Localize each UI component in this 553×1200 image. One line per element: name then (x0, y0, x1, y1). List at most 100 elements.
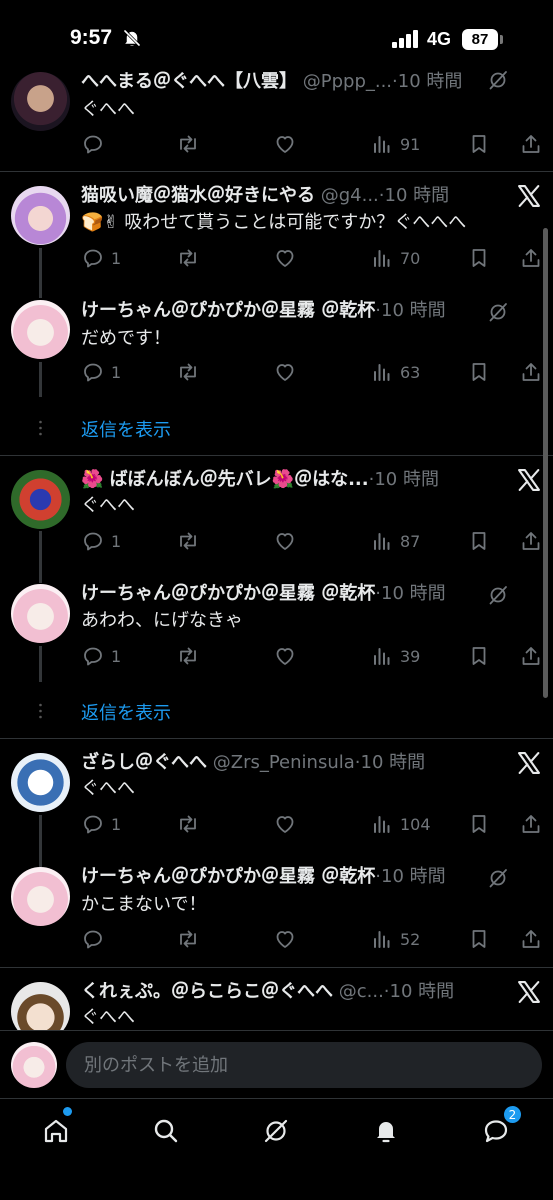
bookmark-button[interactable] (467, 811, 491, 837)
timeline[interactable]: へへまる＠ぐへへ【八雲】 @Pppp_...·10 時間 ぐへへ 91 猫吸い魔… (0, 0, 553, 1030)
tweet-header: ざらし＠ぐへへ @Zrs_Peninsula·10 時間 (81, 750, 425, 776)
tweet-header: けーちゃん＠ぴかぴか＠星霧 ＠乾杯·10 時間 (81, 581, 446, 607)
avatar[interactable] (11, 470, 70, 529)
reply-button[interactable] (81, 926, 111, 952)
reply-button[interactable]: 1 (81, 811, 121, 837)
scrollbar[interactable] (543, 228, 548, 698)
grok-icon[interactable] (486, 300, 510, 324)
timestamp: ·10 時間 (375, 583, 446, 604)
grok-icon[interactable] (486, 583, 510, 607)
tab-notifications[interactable] (366, 1111, 406, 1151)
tweet[interactable]: けーちゃん＠ぴかぴか＠星霧 ＠乾杯·10 時間 だめです！ 1 63 (0, 288, 553, 398)
views-button[interactable]: 52 (370, 926, 420, 952)
bookmark-button[interactable] (467, 131, 491, 157)
share-button[interactable] (519, 245, 543, 271)
reply-icon (81, 927, 105, 951)
views-button[interactable]: 104 (370, 811, 431, 837)
display-name[interactable]: ざらし＠ぐへへ (81, 752, 207, 773)
reply-button[interactable]: 1 (81, 528, 121, 554)
tweet[interactable]: 🌺 ばぼんぼん＠先バレ🌺＠はな...·10 時間 ぐへへ 1 87 (0, 456, 553, 574)
search-icon (154, 1119, 178, 1143)
views-button[interactable]: 87 (370, 528, 420, 554)
like-icon (273, 927, 297, 951)
like-button[interactable] (273, 643, 297, 669)
home-notification-dot (63, 1107, 72, 1116)
reply-button[interactable]: 1 (81, 359, 121, 385)
avatar[interactable] (11, 300, 70, 359)
avatar[interactable] (11, 1042, 57, 1088)
reply-composer (0, 1030, 553, 1098)
share-button[interactable] (519, 131, 543, 157)
tab-search[interactable] (146, 1111, 186, 1151)
repost-button[interactable] (176, 245, 200, 271)
bookmark-button[interactable] (467, 359, 491, 385)
bookmark-button[interactable] (467, 245, 491, 271)
share-button[interactable] (519, 359, 543, 385)
views-button[interactable]: 70 (370, 245, 420, 271)
avatar[interactable] (11, 753, 70, 812)
display-name[interactable]: けーちゃん＠ぴかぴか＠星霧 ＠乾杯 (81, 300, 375, 321)
share-button[interactable] (519, 811, 543, 837)
repost-icon (176, 529, 200, 553)
avatar[interactable] (11, 867, 70, 926)
add-post-input[interactable] (66, 1042, 542, 1088)
share-icon (519, 927, 543, 951)
view-count: 87 (400, 531, 421, 551)
like-button[interactable] (273, 245, 297, 271)
views-button[interactable]: 63 (370, 359, 420, 385)
avatar[interactable] (11, 584, 70, 643)
repost-button[interactable] (176, 811, 200, 837)
repost-button[interactable] (176, 359, 200, 385)
bell-muted-icon (123, 29, 141, 47)
display-name[interactable]: けーちゃん＠ぴかぴか＠星霧 ＠乾杯 (81, 583, 375, 604)
reply-button[interactable]: 1 (81, 245, 121, 271)
like-button[interactable] (273, 811, 297, 837)
bookmark-button[interactable] (467, 643, 491, 669)
tab-grok[interactable] (256, 1111, 296, 1151)
tweet-text: ぐへへ (81, 778, 135, 799)
grok-icon[interactable] (486, 866, 510, 890)
tweet[interactable]: けーちゃん＠ぴかぴか＠星霧 ＠乾杯·10 時間 あわわ、にげなきゃ 1 39 (0, 572, 553, 682)
reply-button[interactable]: 1 (81, 643, 121, 669)
bookmark-button[interactable] (467, 528, 491, 554)
share-button[interactable] (519, 528, 543, 554)
display-name[interactable]: くれぇぷ。＠らこらこ＠ぐへへ (81, 981, 333, 1002)
repost-button[interactable] (176, 643, 200, 669)
tab-home[interactable] (36, 1111, 76, 1151)
x-logo-icon[interactable] (515, 182, 543, 210)
tweet[interactable]: くれぇぷ。＠らこらこ＠ぐへへ @c...·10 時間 ぐへへ (0, 968, 553, 1030)
views-button[interactable]: 91 (370, 131, 420, 157)
reply-button[interactable] (81, 131, 111, 157)
repost-icon (176, 644, 200, 668)
share-icon (519, 360, 543, 384)
repost-button[interactable] (176, 528, 200, 554)
x-logo-icon[interactable] (515, 749, 543, 777)
display-name[interactable]: 猫吸い魔＠猫水＠好きにやる (81, 185, 315, 206)
repost-button[interactable] (176, 131, 200, 157)
views-icon (370, 927, 394, 951)
tweet[interactable]: ざらし＠ぐへへ @Zrs_Peninsula·10 時間 ぐへへ 1 104 (0, 739, 553, 857)
avatar[interactable] (11, 72, 70, 131)
display-name[interactable]: 🌺 ばぼんぼん＠先バレ🌺＠はな... (81, 469, 369, 490)
show-replies-link[interactable]: 返信を表示 (81, 416, 171, 442)
views-button[interactable]: 39 (370, 643, 420, 669)
like-icon (273, 246, 297, 270)
x-logo-icon[interactable] (515, 466, 543, 494)
share-button[interactable] (519, 926, 543, 952)
display-name[interactable]: けーちゃん＠ぴかぴか＠星霧 ＠乾杯 (81, 866, 375, 887)
view-count: 91 (400, 134, 421, 154)
avatar[interactable] (11, 982, 70, 1030)
repost-button[interactable] (176, 926, 200, 952)
tweet[interactable]: 猫吸い魔＠猫水＠好きにやる @g4...·10 時間 🍞✌ 吸わせて貰うことは可… (0, 172, 553, 290)
tweet-text: かこまないで！ (81, 894, 207, 915)
x-logo-icon[interactable] (515, 978, 543, 1006)
tweet[interactable]: けーちゃん＠ぴかぴか＠星霧 ＠乾杯·10 時間 かこまないで！ 52 (0, 855, 553, 967)
like-button[interactable] (273, 359, 297, 385)
like-button[interactable] (273, 528, 297, 554)
show-replies-link[interactable]: 返信を表示 (81, 699, 171, 725)
like-button[interactable] (273, 131, 297, 157)
like-button[interactable] (273, 926, 297, 952)
bookmark-button[interactable] (467, 926, 491, 952)
avatar[interactable] (11, 186, 70, 245)
share-button[interactable] (519, 643, 543, 669)
